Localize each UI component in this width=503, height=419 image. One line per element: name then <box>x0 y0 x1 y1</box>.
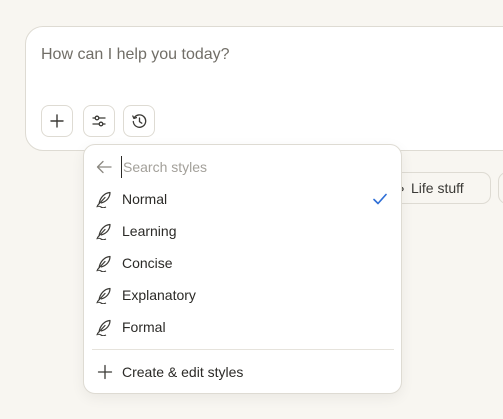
styles-dropdown: Normal Learning Concise <box>83 144 402 394</box>
styles-search-input[interactable] <box>121 156 373 178</box>
style-item-learning[interactable]: Learning <box>90 216 395 246</box>
sliders-icon <box>92 115 106 127</box>
style-item-explanatory[interactable]: Explanatory <box>90 280 395 310</box>
tools-button[interactable] <box>83 105 115 137</box>
style-label: Formal <box>122 319 166 335</box>
history-button[interactable] <box>123 105 155 137</box>
style-label: Concise <box>122 255 173 271</box>
style-label: Learning <box>122 223 177 239</box>
style-item-formal[interactable]: Formal <box>90 312 395 342</box>
chat-composer <box>25 26 503 151</box>
feather-icon <box>96 223 111 240</box>
add-button[interactable] <box>41 105 73 137</box>
style-item-normal[interactable]: Normal <box>90 184 395 214</box>
style-label: Normal <box>122 191 168 207</box>
feather-icon <box>96 255 111 272</box>
plus-icon <box>97 364 113 380</box>
message-input[interactable] <box>41 43 461 67</box>
plus-icon <box>50 114 64 128</box>
app-stage: Life stuff Normal <box>0 0 503 419</box>
style-item-concise[interactable]: Concise <box>90 248 395 278</box>
style-label: Explanatory <box>122 287 196 303</box>
styles-search-row <box>84 153 401 181</box>
feather-icon <box>96 319 111 336</box>
clock-icon <box>131 113 146 128</box>
menu-divider <box>92 349 394 350</box>
checkmark-icon <box>373 193 387 205</box>
chip-partial[interactable] <box>498 172 503 204</box>
feather-icon <box>96 287 111 304</box>
arrow-left-icon[interactable] <box>95 159 113 175</box>
chip-label: Life stuff <box>411 180 464 196</box>
feather-icon <box>96 191 111 208</box>
create-edit-styles-item[interactable]: Create & edit styles <box>90 357 395 387</box>
create-edit-styles-label: Create & edit styles <box>122 364 244 380</box>
